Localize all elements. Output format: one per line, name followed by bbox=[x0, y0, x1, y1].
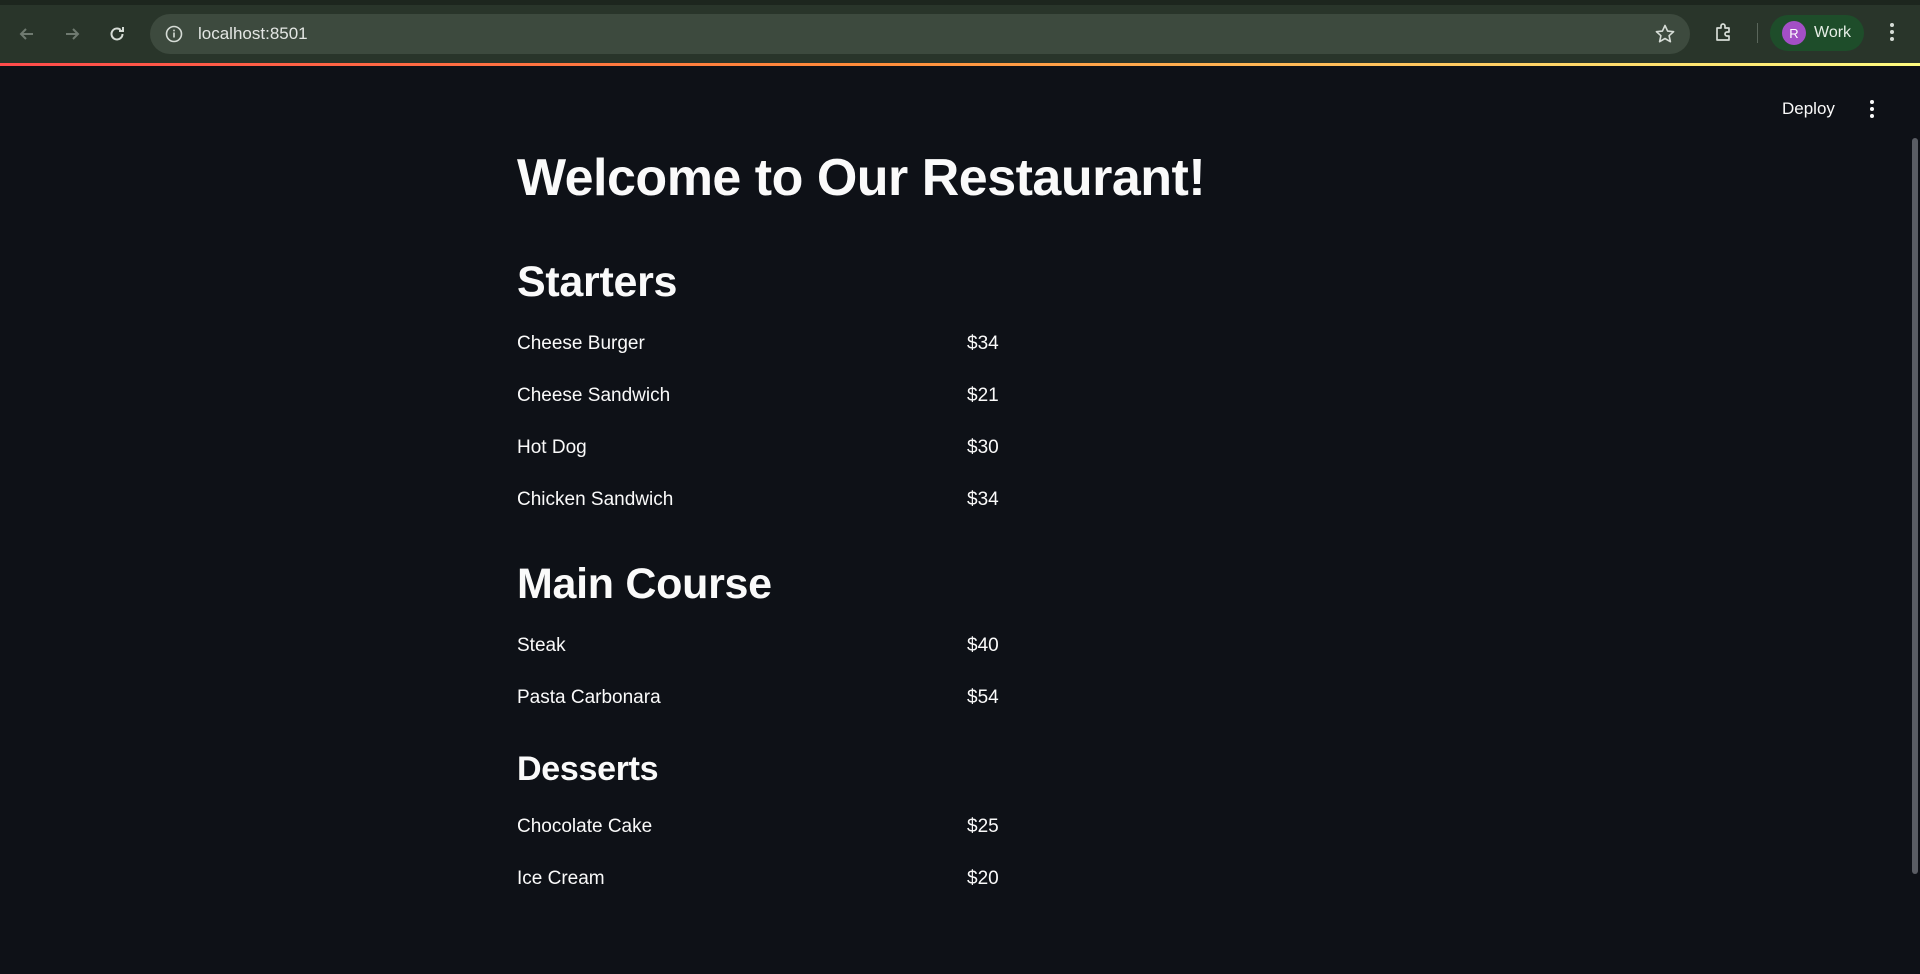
menu-item: Chicken Sandwich $34 bbox=[517, 486, 999, 514]
item-price: $20 bbox=[967, 868, 999, 889]
more-vertical-icon bbox=[1870, 100, 1874, 118]
item-price: $25 bbox=[967, 816, 999, 837]
scrollbar[interactable] bbox=[1912, 138, 1918, 874]
site-info-icon[interactable] bbox=[164, 24, 184, 44]
profile-button[interactable]: R Work bbox=[1770, 15, 1864, 51]
back-button[interactable] bbox=[11, 18, 43, 50]
item-name: Steak bbox=[517, 635, 566, 656]
item-name: Pasta Carbonara bbox=[517, 687, 661, 708]
address-bar[interactable]: localhost:8501 bbox=[150, 14, 1690, 54]
browser-tab-strip bbox=[0, 0, 1920, 5]
menu-item: Chocolate Cake $25 bbox=[517, 813, 999, 841]
item-name: Chocolate Cake bbox=[517, 816, 653, 837]
item-price: $54 bbox=[967, 687, 999, 708]
menu-item: Cheese Burger $34 bbox=[517, 330, 999, 358]
item-price: $40 bbox=[967, 635, 999, 656]
streamlit-decoration-bar bbox=[0, 63, 1920, 66]
forward-button[interactable] bbox=[56, 18, 88, 50]
main-menu-button[interactable] bbox=[1862, 96, 1882, 122]
item-name: Chicken Sandwich bbox=[517, 489, 674, 510]
item-name: Ice Cream bbox=[517, 868, 605, 889]
item-price: $30 bbox=[967, 437, 999, 458]
bookmark-star-icon[interactable] bbox=[1654, 23, 1676, 50]
url-text[interactable]: localhost:8501 bbox=[198, 24, 308, 44]
extensions-puzzle-icon[interactable] bbox=[1712, 20, 1736, 49]
item-price: $34 bbox=[967, 489, 999, 510]
item-price: $21 bbox=[967, 385, 999, 406]
profile-label: Work bbox=[1814, 24, 1852, 41]
browser-toolbar: localhost:8501 R Work bbox=[0, 0, 1920, 64]
toolbar-divider bbox=[1757, 23, 1758, 43]
section-heading-desserts: Desserts bbox=[517, 750, 659, 788]
item-name: Cheese Burger bbox=[517, 333, 645, 354]
item-price: $34 bbox=[967, 333, 999, 354]
menu-item: Ice Cream $20 bbox=[517, 865, 999, 893]
back-arrow-icon bbox=[19, 28, 33, 40]
menu-item: Steak $40 bbox=[517, 632, 999, 660]
avatar: R bbox=[1782, 21, 1806, 45]
item-name: Cheese Sandwich bbox=[517, 385, 671, 406]
item-name: Hot Dog bbox=[517, 437, 587, 458]
page-title: Welcome to Our Restaurant! bbox=[517, 149, 1206, 207]
menu-item: Cheese Sandwich $21 bbox=[517, 382, 999, 410]
section-heading-starters: Starters bbox=[517, 258, 678, 306]
menu-item: Hot Dog $30 bbox=[517, 434, 999, 462]
section-heading-main-course: Main Course bbox=[517, 560, 772, 608]
reload-icon bbox=[110, 27, 124, 41]
menu-item: Pasta Carbonara $54 bbox=[517, 684, 999, 712]
browser-menu-icon[interactable] bbox=[1880, 20, 1904, 49]
forward-arrow-icon bbox=[66, 28, 80, 40]
reload-button[interactable] bbox=[101, 18, 133, 50]
deploy-button[interactable]: Deploy bbox=[1774, 94, 1843, 124]
